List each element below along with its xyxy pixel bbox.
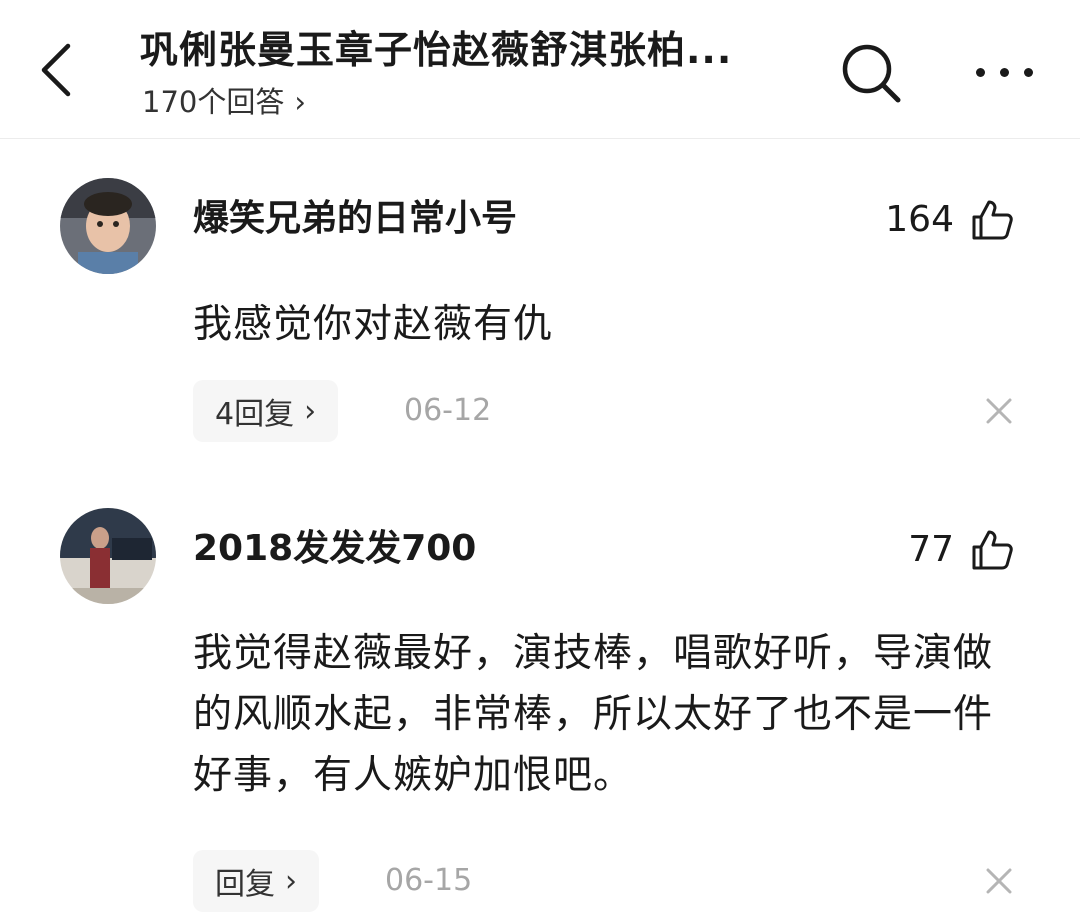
answer-count-label: 170个回答	[142, 85, 285, 119]
more-dots-icon	[976, 68, 985, 77]
close-icon	[986, 398, 1012, 424]
avatar[interactable]	[60, 508, 156, 604]
comment-date: 06-12	[404, 393, 492, 428]
like-button[interactable]: 77	[908, 525, 1014, 575]
reply-button[interactable]: 回复 ›	[193, 850, 319, 912]
answer-count-link[interactable]: 170个回答 ›	[142, 82, 306, 122]
thumbs-up-icon	[972, 200, 1013, 240]
dismiss-button[interactable]	[984, 866, 1014, 896]
back-button[interactable]	[28, 40, 88, 100]
more-options-button[interactable]	[968, 52, 1040, 92]
reply-label: 4回复	[215, 397, 295, 432]
question-title[interactable]: 巩俐张曼玉章子怡赵薇舒淇张柏...	[140, 26, 780, 74]
avatar-image	[60, 178, 156, 274]
more-dot	[1024, 68, 1033, 77]
avatar[interactable]	[60, 178, 156, 274]
chevron-right-icon: ›	[294, 85, 306, 119]
comment-text: 我觉得赵薇最好，演技棒，唱歌好听，导演做的风顺水起，非常棒，所以太好了也不是一件…	[193, 631, 994, 798]
chevron-right-icon: ›	[304, 393, 317, 429]
comment-author[interactable]: 爆笑兄弟的日常小号	[193, 196, 517, 242]
like-button[interactable]: 164	[885, 195, 1014, 245]
more-dot	[1000, 68, 1009, 77]
like-count: 164	[885, 199, 954, 240]
comment-date: 06-15	[385, 863, 473, 898]
close-icon	[986, 868, 1012, 894]
comment-author[interactable]: 2018发发发700	[193, 526, 476, 572]
avatar-image	[60, 508, 156, 604]
dismiss-button[interactable]	[984, 396, 1014, 426]
like-count: 77	[908, 529, 954, 570]
reply-label: 回复	[215, 867, 275, 902]
search-button[interactable]	[838, 40, 904, 106]
search-icon	[842, 44, 901, 103]
top-nav-bar: 巩俐张曼玉章子怡赵薇舒淇张柏... 170个回答 ›	[0, 0, 1080, 139]
comment-text: 我感觉你对赵薇有仇	[193, 302, 554, 347]
reply-button[interactable]: 4回复 ›	[193, 380, 339, 442]
chevron-right-icon: ›	[285, 863, 297, 899]
thumbs-up-icon	[972, 530, 1013, 570]
back-arrow-icon	[41, 43, 71, 97]
